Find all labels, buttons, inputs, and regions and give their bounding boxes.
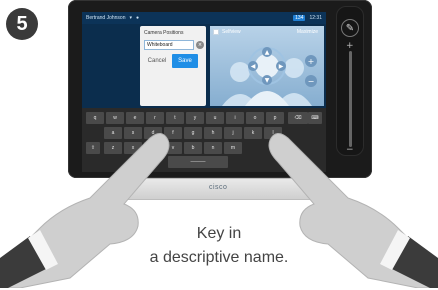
key-y[interactable]: y <box>186 112 204 124</box>
camera-control-panel: Selfview Maximize ▲ ▼ ◀ ▶ + − <box>210 26 324 106</box>
key-j[interactable]: j <box>224 127 242 139</box>
save-button[interactable]: Save <box>172 54 198 68</box>
user-name[interactable]: Bertrand Johnson <box>86 15 125 21</box>
key-g[interactable]: g <box>184 127 202 139</box>
svg-text:▼: ▼ <box>265 77 270 84</box>
cancel-button[interactable]: Cancel <box>144 54 170 68</box>
step-number-badge: 5 <box>6 8 38 40</box>
status-bar: Bertrand Johnson ▾ ● 134 12:31 <box>82 12 326 24</box>
position-name-input[interactable]: Whiteboard <box>144 40 194 50</box>
key-h[interactable]: h <box>204 127 222 139</box>
svg-text:+: + <box>308 57 315 66</box>
brand-logo: cisco <box>209 184 228 191</box>
key-u[interactable]: u <box>206 112 224 124</box>
camera-direction-pad[interactable]: ▲ ▼ ◀ ▶ <box>247 46 287 86</box>
info-icon[interactable]: ● <box>136 15 139 21</box>
key-b[interactable]: b <box>184 142 202 154</box>
camera-positions-dialog: Camera Positions Whiteboard × Cancel Sav… <box>140 26 206 106</box>
svg-text:▶: ▶ <box>279 63 284 70</box>
dialog-title: Camera Positions <box>144 30 184 36</box>
caption-line-1: Key in <box>196 225 242 242</box>
caption-line-2: a descriptive name. <box>149 249 289 266</box>
clear-input-icon[interactable]: × <box>196 41 204 49</box>
volume-up-icon[interactable]: + <box>346 41 354 51</box>
zoom-controls[interactable]: + − <box>304 54 318 88</box>
status-badge: 134 <box>293 15 306 21</box>
key-m[interactable]: m <box>224 142 242 154</box>
key-i[interactable]: i <box>226 112 244 124</box>
touch-screen: Bertrand Johnson ▾ ● 134 12:31 Camera Po… <box>82 12 326 108</box>
svg-text:◀: ◀ <box>251 63 256 70</box>
chevron-down-icon[interactable]: ▾ <box>129 15 132 21</box>
key-n[interactable]: n <box>204 142 222 154</box>
mic-icon[interactable]: ✎ <box>341 19 359 37</box>
svg-text:−: − <box>308 77 315 86</box>
svg-text:▲: ▲ <box>265 49 270 56</box>
instruction-caption: Key in a descriptive name. <box>108 222 330 270</box>
clock: 12:31 <box>309 15 322 21</box>
